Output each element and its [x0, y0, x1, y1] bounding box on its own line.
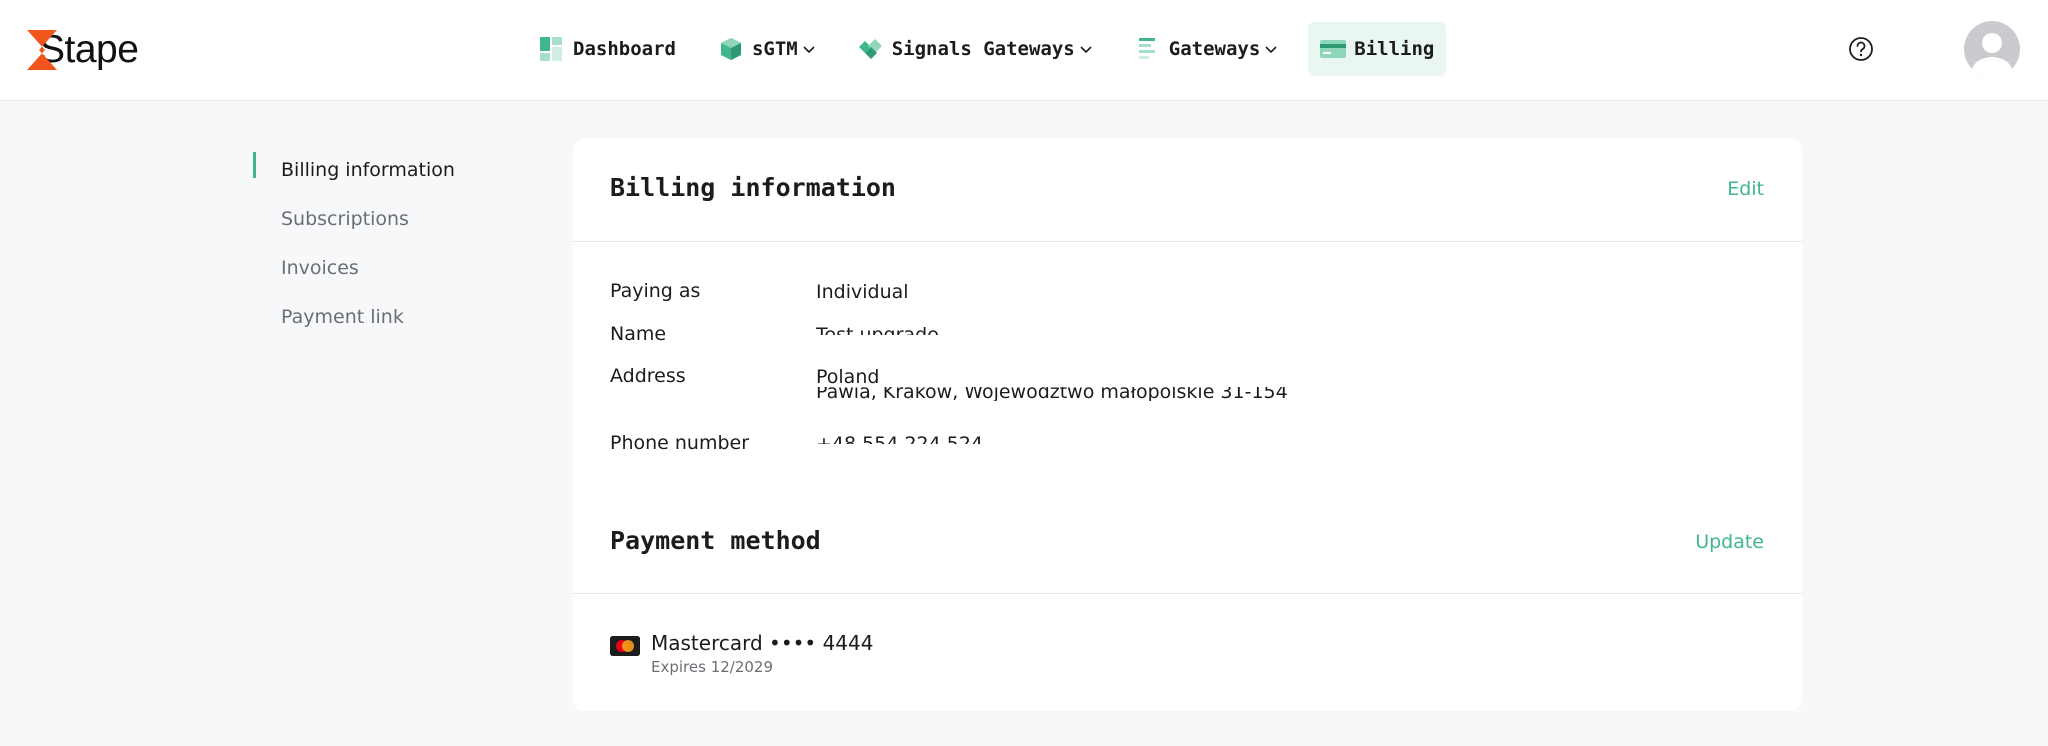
- nav-signals-gateways[interactable]: Signals Gateways: [846, 22, 1105, 76]
- billing-sidebar: Billing information Subscriptions Invoic…: [253, 145, 553, 341]
- nav-dashboard-label: Dashboard: [573, 38, 676, 60]
- payment-method-header: Payment method Update: [573, 492, 1802, 594]
- chevron-down-icon: [1079, 42, 1093, 56]
- nav-gateways[interactable]: Gateways: [1123, 22, 1291, 76]
- name-label: Name: [610, 323, 667, 345]
- sidebar-item-payment-link[interactable]: Payment link: [253, 292, 553, 341]
- update-button[interactable]: Update: [1695, 531, 1764, 553]
- stape-logo-mark-icon: [27, 30, 57, 70]
- card-icon: [1320, 36, 1347, 62]
- sidebar-item-invoices[interactable]: Invoices: [253, 243, 553, 292]
- address-line-street: Pawia, Kraków, Województwo małopolskie 3…: [816, 387, 1288, 401]
- billing-information-title: Billing information: [610, 173, 896, 202]
- nav-dashboard[interactable]: Dashboard: [527, 22, 688, 76]
- nav-sgtm-label: sGTM: [751, 38, 798, 60]
- mastercard-icon: [610, 636, 640, 656]
- nav-billing[interactable]: Billing: [1308, 22, 1447, 76]
- help-icon[interactable]: [1847, 35, 1875, 63]
- sidebar-item-label: Invoices: [281, 256, 359, 279]
- nav-gateways-label: Gateways: [1168, 38, 1261, 60]
- stape-logo[interactable]: Stape: [27, 28, 139, 72]
- card-name: Mastercard •••• 4444: [651, 631, 874, 655]
- chevron-down-icon: [802, 42, 816, 56]
- address-line-country: Poland: [816, 366, 880, 388]
- address-value: Poland Pawia, Kraków, Województwo małopo…: [816, 365, 1616, 401]
- main-nav: Dashboard sGTM Signals Gateways Gateways…: [527, 22, 1464, 76]
- phone-number-value-wrapper: +48 554 224 524: [816, 432, 1616, 456]
- name-value-wrapper: Test upgrade: [816, 323, 1616, 347]
- list-icon: [1135, 36, 1161, 62]
- billing-information-header: Billing information Edit: [573, 139, 1802, 242]
- top-navigation-bar: Stape Dashboard sGTM Signals Gateways Ga…: [0, 0, 2048, 101]
- nav-sgtm[interactable]: sGTM: [706, 22, 828, 76]
- user-avatar-icon: [1972, 33, 2012, 77]
- phone-number-value: +48 554 224 524: [816, 433, 984, 455]
- phone-number-label: Phone number: [610, 432, 750, 454]
- diamond-icon: [858, 36, 884, 62]
- sidebar-item-label: Subscriptions: [281, 207, 409, 230]
- payment-method-title: Payment method: [610, 526, 821, 555]
- edit-button[interactable]: Edit: [1727, 178, 1764, 200]
- chevron-down-icon: [1264, 42, 1278, 56]
- address-label: Address: [610, 365, 686, 387]
- avatar[interactable]: [1964, 21, 2020, 77]
- dashboard-icon: [539, 36, 565, 62]
- sidebar-item-subscriptions[interactable]: Subscriptions: [253, 194, 553, 243]
- cube-icon: [718, 36, 744, 62]
- sidebar-item-label: Billing information: [281, 158, 455, 181]
- paying-as-label: Paying as: [610, 280, 701, 302]
- nav-billing-label: Billing: [1354, 38, 1435, 60]
- card-expiry: Expires 12/2029: [651, 658, 774, 676]
- nav-signals-gateways-label: Signals Gateways: [891, 38, 1075, 60]
- billing-card: Billing information Edit Paying as Indiv…: [573, 139, 1802, 711]
- sidebar-item-label: Payment link: [281, 305, 404, 328]
- sidebar-item-billing-information[interactable]: Billing information: [253, 145, 553, 194]
- name-value: Test upgrade: [816, 324, 939, 346]
- paying-as-value: Individual: [816, 281, 909, 303]
- address-line-street-wrapper: Pawia, Kraków, Województwo małopolskie 3…: [816, 387, 1616, 401]
